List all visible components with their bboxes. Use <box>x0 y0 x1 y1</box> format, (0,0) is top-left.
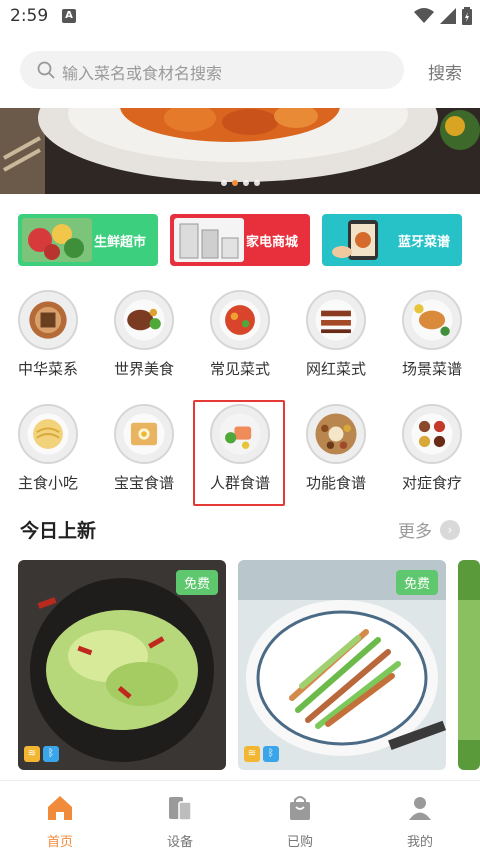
battery-icon <box>462 7 472 25</box>
sandwich-icon <box>114 404 174 464</box>
carousel-indicator <box>0 180 480 186</box>
appliance-mall-card[interactable]: 家电商城 <box>170 214 310 266</box>
phone-recipe-image <box>326 218 396 262</box>
section-title: 今日上新 <box>20 520 97 542</box>
status-bar: 2:59 A <box>0 0 480 34</box>
carousel-dot-active[interactable] <box>231 180 238 186</box>
carousel-dot[interactable] <box>220 180 227 186</box>
category-function-recipes[interactable]: 功能食谱 <box>288 404 384 504</box>
category-label: 对症食疗 <box>401 474 462 492</box>
tab-label: 我的 <box>406 835 433 850</box>
more-label: 更多 <box>398 522 432 542</box>
category-therapy-recipes[interactable]: 对症食疗 <box>384 404 480 504</box>
tab-devices[interactable]: 设备 <box>120 789 240 850</box>
category-baby-recipes[interactable]: 宝宝食谱 <box>96 404 192 504</box>
person-icon <box>409 797 431 820</box>
device-tags: ≋ ᛒ <box>244 746 279 762</box>
card-label: 家电商城 <box>245 235 298 250</box>
category-label: 场景菜谱 <box>401 360 462 378</box>
tab-profile[interactable]: 我的 <box>360 789 480 850</box>
herb-tray-icon <box>306 404 366 464</box>
wifi-tag-icon: ≋ <box>24 746 40 762</box>
free-badge: 免费 <box>175 570 218 595</box>
free-badge: 免费 <box>395 570 438 595</box>
shopping-bag-icon <box>290 796 310 820</box>
category-row-1: 中华菜系 世界美食 常见菜式 网红菜式 场景菜谱 <box>0 290 480 390</box>
vegetables-image <box>22 218 92 262</box>
skewer-icon <box>306 290 366 350</box>
devices-icon <box>169 797 192 821</box>
search-placeholder: 输入菜名或食材名搜索 <box>62 64 223 83</box>
category-label: 宝宝食谱 <box>113 474 174 492</box>
device-tags: ≋ ᛒ <box>24 746 59 762</box>
selected-highlight <box>193 400 285 506</box>
card-label: 生鲜超市 <box>93 235 146 250</box>
appliances-image <box>174 218 244 262</box>
bluetooth-recipe-card[interactable]: 蓝牙菜谱 <box>322 214 462 266</box>
category-common-dishes[interactable]: 常见菜式 <box>192 290 288 390</box>
category-label: 世界美食 <box>113 360 174 378</box>
search-bar: 输入菜名或食材名搜索 搜索 <box>0 44 480 96</box>
category-label: 中华菜系 <box>17 360 78 378</box>
category-label: 主食小吃 <box>17 474 78 492</box>
search-icon <box>37 61 55 79</box>
category-world-food[interactable]: 世界美食 <box>96 290 192 390</box>
carousel-dot[interactable] <box>242 180 249 186</box>
tab-label: 已购 <box>286 835 313 850</box>
category-scene-recipes[interactable]: 场景菜谱 <box>384 290 480 390</box>
tab-home[interactable]: 首页 <box>0 789 120 850</box>
carousel-dot[interactable] <box>253 180 260 186</box>
category-label: 网红菜式 <box>305 360 366 378</box>
home-icon <box>48 796 72 820</box>
bottom-tab-bar: 首页 设备 已购 我的 <box>0 780 480 852</box>
card-label: 蓝牙菜谱 <box>397 235 450 250</box>
category-chinese-cuisine[interactable]: 中华菜系 <box>0 290 96 390</box>
category-staple-snacks[interactable]: 主食小吃 <box>0 404 96 504</box>
more-link[interactable]: 更多 › <box>398 517 460 542</box>
tab-label: 设备 <box>166 835 193 850</box>
search-input[interactable]: 输入菜名或食材名搜索 <box>20 51 404 89</box>
recipe-image-partial <box>458 560 480 770</box>
category-label: 功能食谱 <box>305 474 366 492</box>
stir-fry-icon <box>210 290 270 350</box>
banner-carousel[interactable] <box>0 108 480 194</box>
herbal-bowls-icon <box>402 404 462 464</box>
noodles-icon <box>18 404 78 464</box>
search-button[interactable]: 搜索 <box>428 59 462 84</box>
chevron-right-icon: › <box>440 519 460 540</box>
tab-label: 首页 <box>46 835 73 850</box>
bluetooth-tag-icon: ᛒ <box>43 746 59 762</box>
recipe-card[interactable]: 免费 ≋ ᛒ <box>18 560 226 770</box>
chicken-platter-icon <box>402 290 462 350</box>
recipe-card-partial[interactable] <box>458 560 480 770</box>
recipe-card[interactable]: 免费 ≋ ᛒ <box>238 560 446 770</box>
fresh-market-card[interactable]: 生鲜超市 <box>18 214 158 266</box>
status-time: 2:59 <box>10 6 49 26</box>
tab-purchased[interactable]: 已购 <box>240 789 360 850</box>
wifi-icon <box>414 8 434 23</box>
status-icons <box>414 7 472 25</box>
category-label: 常见菜式 <box>209 360 270 378</box>
promo-cards: 生鲜超市 家电商城 蓝牙菜谱 <box>0 214 480 268</box>
notification-icon: A <box>62 9 76 23</box>
bluetooth-tag-icon: ᛒ <box>263 746 279 762</box>
wifi-tag-icon: ≋ <box>244 746 260 762</box>
steak-icon <box>114 290 174 350</box>
signal-icon <box>440 8 456 24</box>
category-trending-dishes[interactable]: 网红菜式 <box>288 290 384 390</box>
dumpling-basket-icon <box>18 290 78 350</box>
